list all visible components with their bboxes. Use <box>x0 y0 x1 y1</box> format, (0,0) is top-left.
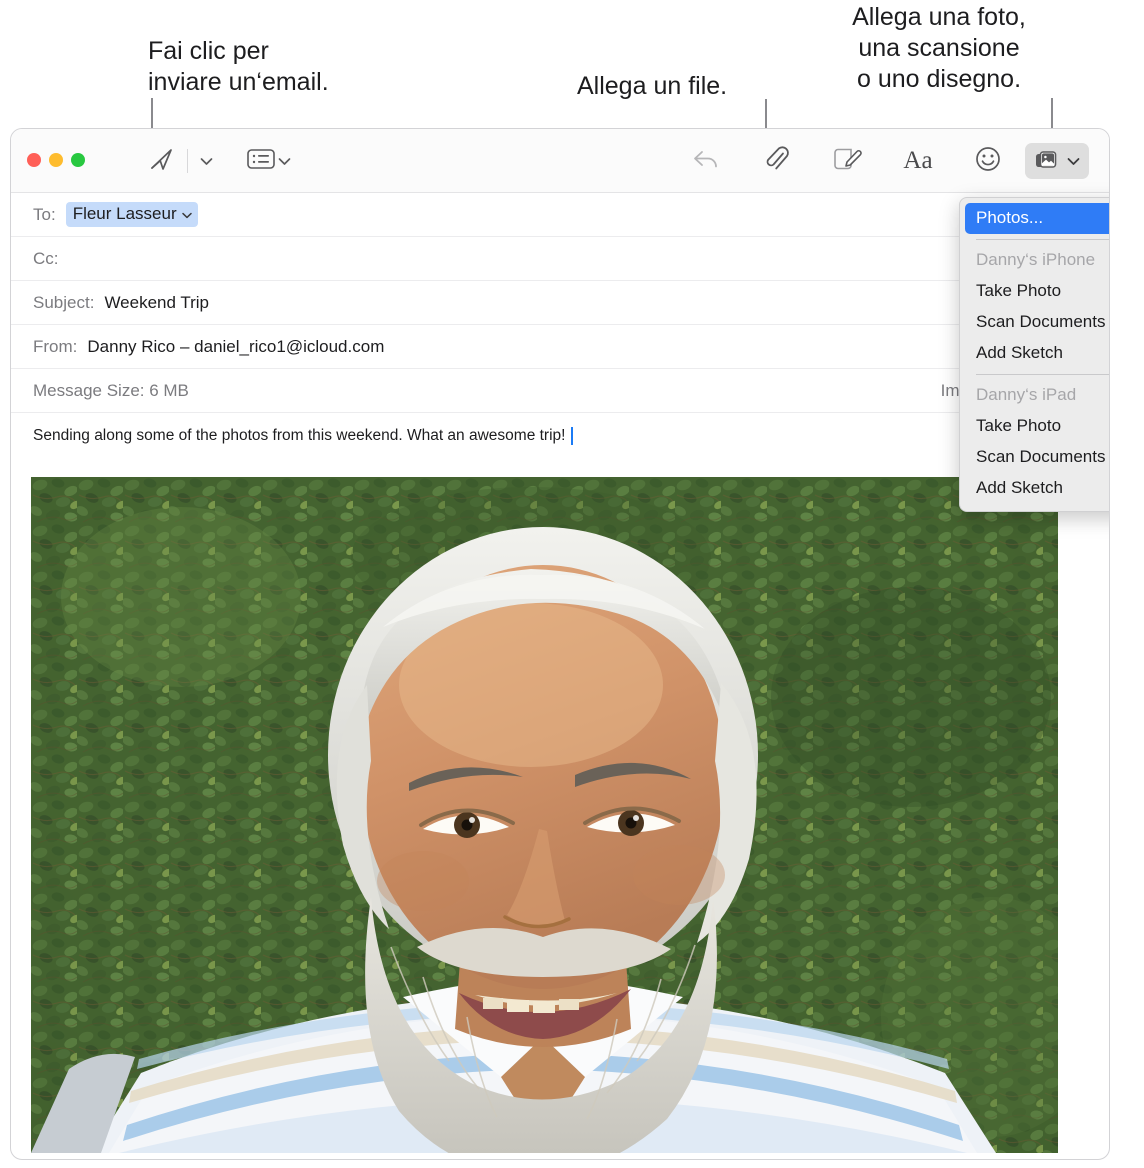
send-options-chevron-down-icon[interactable] <box>197 145 215 177</box>
from-label: From: <box>33 336 78 356</box>
header-fields-chevron-down-icon[interactable] <box>275 145 293 177</box>
minimize-button[interactable] <box>49 153 63 167</box>
header-fields-button[interactable] <box>243 145 279 177</box>
menu-item-iphone-take-photo[interactable]: Take Photo <box>960 276 1109 307</box>
callout-send-label: Fai clic per inviare un‘email. <box>148 37 329 96</box>
photo-content <box>31 477 1058 1153</box>
menu-group-iphone: Danny‘s iPhone <box>976 250 1096 269</box>
menu-item-ipad-take-photo[interactable]: Take Photo <box>960 411 1109 442</box>
photos-button[interactable] <box>1025 143 1089 179</box>
from-field-row[interactable]: From: Danny Rico – daniel_rico1@icloud.c… <box>11 325 1109 369</box>
menu-item-ipad-add-sketch[interactable]: Add Sketch <box>960 473 1109 504</box>
toolbar-separator <box>187 149 188 173</box>
smiley-icon <box>975 146 1001 177</box>
callout-photo-label: Allega una foto, una scansione o uno dis… <box>852 3 1026 93</box>
to-field-row[interactable]: To: Fleur Lasseur <box>11 193 1109 237</box>
paperclip-icon <box>764 145 790 178</box>
zoom-button[interactable] <box>71 153 85 167</box>
message-body[interactable]: Sending along some of the photos from th… <box>11 413 1109 457</box>
header-fields-icon <box>247 148 275 175</box>
reply-button[interactable] <box>687 145 725 177</box>
subject-value: Weekend Trip <box>104 292 210 312</box>
subject-field-row[interactable]: Subject: Weekend Trip <box>11 281 1109 325</box>
attach-file-button[interactable] <box>759 145 795 177</box>
menu-item-ipad-scan-documents[interactable]: Scan Documents <box>960 442 1109 473</box>
message-body-text: Sending along some of the photos from th… <box>33 427 566 444</box>
window-controls <box>27 153 85 167</box>
from-value: Danny Rico – daniel_rico1@icloud.com <box>87 336 385 356</box>
cc-label: Cc: <box>33 248 59 268</box>
menu-item-iphone-add-sketch[interactable]: Add Sketch <box>960 338 1109 369</box>
recipient-token[interactable]: Fleur Lasseur <box>65 202 198 227</box>
menu-item-iphone-scan-documents[interactable]: Scan Documents <box>960 307 1109 338</box>
menu-group-ipad: Danny‘s iPad <box>976 385 1077 404</box>
markup-button[interactable] <box>829 145 867 177</box>
message-size-row: Message Size: 6 MB Image Size: Act <box>11 369 1109 413</box>
compose-toolbar: Aa <box>11 129 1109 193</box>
menu-item-photos[interactable]: Photos... <box>965 203 1109 234</box>
message-size-label: Message Size: 6 MB <box>33 380 189 400</box>
recipient-chevron-down-icon[interactable] <box>181 204 192 224</box>
format-button[interactable]: Aa <box>897 145 939 177</box>
callout-file-label: Allega un file. <box>577 72 728 100</box>
reply-arrow-icon <box>692 148 720 175</box>
markup-icon <box>833 147 863 176</box>
to-label: To: <box>33 204 56 224</box>
emoji-button[interactable] <box>969 145 1007 177</box>
send-button[interactable] <box>141 145 181 177</box>
photos-icon <box>1035 149 1065 173</box>
cc-field-row[interactable]: Cc: <box>11 237 1109 281</box>
photos-dropdown-menu[interactable]: Photos... Danny‘s iPhone Take Photo Scan… <box>959 197 1109 512</box>
photos-chevron-down-icon[interactable] <box>1067 157 1080 166</box>
menu-separator <box>976 374 1109 375</box>
format-label: Aa <box>903 147 933 174</box>
attached-photo[interactable] <box>31 477 1058 1153</box>
subject-label: Subject: <box>33 292 95 312</box>
send-icon <box>148 146 174 177</box>
menu-separator <box>976 239 1109 240</box>
close-button[interactable] <box>27 153 41 167</box>
text-cursor <box>571 427 574 445</box>
recipient-name: Fleur Lasseur <box>72 204 177 223</box>
mail-compose-window: Aa To: Fleur Lasseur Cc: Subject: Weeken… <box>10 128 1110 1160</box>
